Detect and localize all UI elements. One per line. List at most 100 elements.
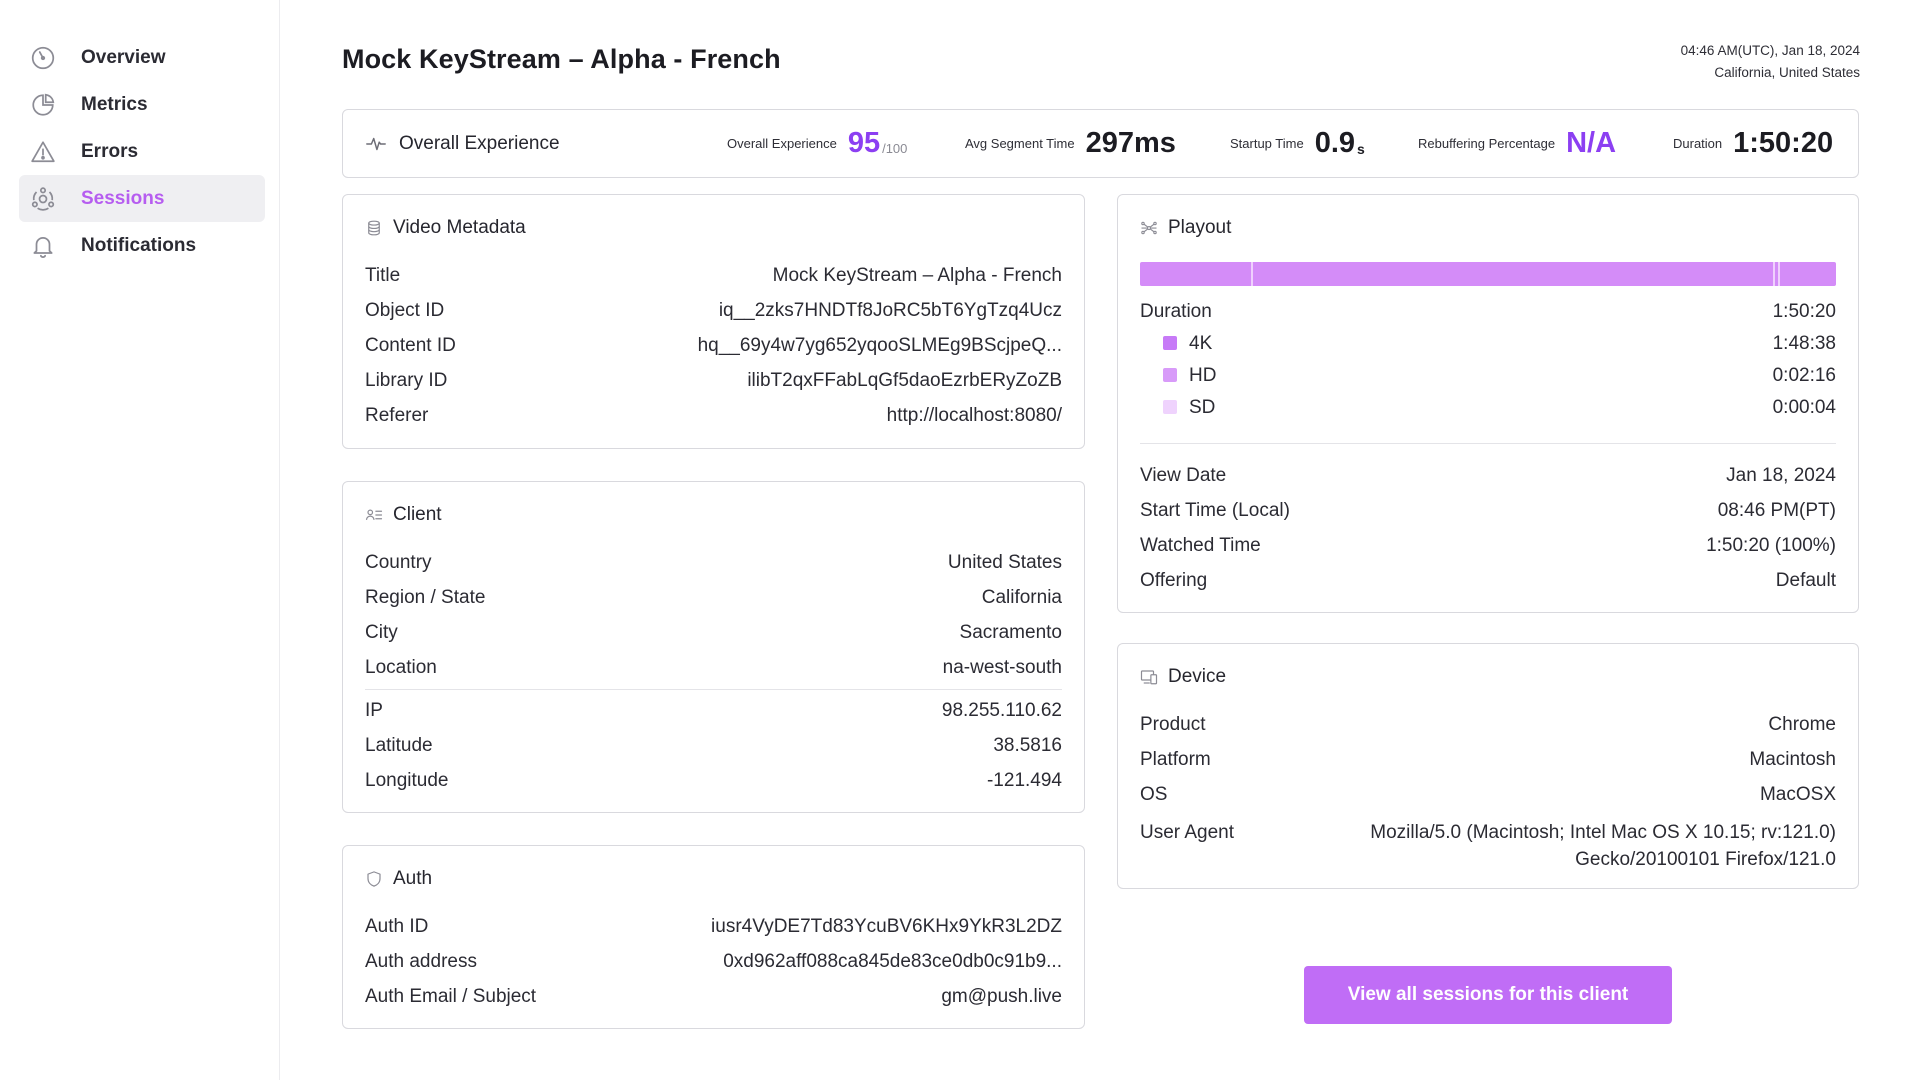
stat-label: Duration [1673, 136, 1723, 151]
sidebar-item-label: Errors [81, 140, 139, 162]
bell-icon [30, 233, 56, 259]
card-header: Device [1140, 666, 1226, 688]
card-header: Auth [365, 868, 432, 890]
quality-row-sd: SD 0:00:04 [1163, 397, 1836, 419]
auth-row-email: Auth Email / Subject gm@push.live [365, 986, 1062, 1008]
row-value: 1:50:20 (100%) [1706, 535, 1836, 556]
row-label: Region / State [365, 587, 486, 608]
stat-label: Avg Segment Time [965, 136, 1075, 151]
sessions-icon [30, 186, 56, 212]
row-value: Jan 18, 2024 [1726, 465, 1836, 486]
session-meta: 04:46 AM(UTC), Jan 18, 2024 California, … [1681, 40, 1860, 84]
row-label: IP [365, 700, 383, 721]
row-label: Platform [1140, 749, 1211, 770]
sidebar-item-sessions[interactable]: Sessions [19, 175, 265, 222]
row-label: Location [365, 657, 437, 678]
card-title: Playout [1168, 217, 1232, 238]
user-agent-line-2: Gecko/20100101 Firefox/121.0 [1575, 849, 1836, 870]
metadata-row-title: Title Mock KeyStream – Alpha - French [365, 265, 1062, 287]
row-value: -121.494 [986, 770, 1062, 791]
row-label: Product [1140, 714, 1206, 735]
database-icon [368, 220, 380, 236]
client-row-location: Location na-west-south [365, 657, 1062, 679]
stat-overall-experience: Overall Experience 95 /100 [727, 110, 907, 177]
pulse-icon [366, 137, 386, 150]
row-value: 38.5816 [993, 735, 1062, 756]
auth-row-id: Auth ID iusr4VyDE7Td83YcuBV6KHx9YkR3L2DZ [365, 916, 1062, 938]
row-value: Macintosh [1749, 749, 1836, 770]
sidebar-item-overview[interactable]: Overview [19, 34, 265, 81]
session-location: California, United States [1714, 65, 1860, 80]
metadata-row-referer: Referer http://localhost:8080/ [365, 405, 1062, 427]
row-label: Auth ID [365, 916, 429, 937]
warning-icon [30, 139, 56, 165]
page-title: Mock KeyStream – Alpha - French [342, 44, 781, 74]
playout-row-watched-time: Watched Time 1:50:20 (100%) [1140, 535, 1836, 557]
row-label: City [365, 622, 398, 643]
sidebar-item-metrics[interactable]: Metrics [19, 81, 265, 128]
auth-card: Auth Auth ID iusr4VyDE7Td83YcuBV6KHx9YkR3… [342, 845, 1085, 1029]
client-row-region: Region / State California [365, 587, 1062, 609]
stat-unit: /100 [882, 141, 908, 156]
device-row-user-agent: User Agent Mozilla/5.0 (Macintosh; Intel… [1140, 819, 1836, 873]
row-value: 0:00:04 [1772, 397, 1836, 418]
row-value: 08:46 PM(PT) [1717, 500, 1836, 521]
legend-swatch-4k [1163, 336, 1177, 350]
divider [1140, 443, 1836, 444]
playout-bar-marker [1773, 262, 1776, 286]
playout-card: Playout Duration 1:50:20 4K 1:48:38 HD 0:02… [1117, 194, 1859, 613]
row-value: ilibT2qxFFabLqGf5daoEzrbERyZoZB [747, 370, 1062, 391]
sidebar-nav: Overview Metrics Errors Sessions Notific… [0, 0, 279, 269]
row-value: Default [1775, 570, 1836, 591]
row-value: iq__2zks7HNDTf8JoRC5bT6YgTzq4Ucz [718, 300, 1062, 321]
playout-bar-marker [1250, 262, 1253, 286]
row-value: iusr4VyDE7Td83YcuBV6KHx9YkR3L2DZ [711, 916, 1062, 937]
overall-experience-heading: Overall Experience [365, 110, 560, 177]
playout-bar-marker [1778, 262, 1781, 286]
row-value: 0xd962aff088ca845de83ce0db0c91b9... [723, 951, 1062, 972]
row-label: User Agent [1140, 822, 1234, 843]
legend-swatch-sd [1163, 400, 1177, 414]
view-all-sessions-button[interactable]: View all sessions for this client [1304, 966, 1672, 1024]
row-label: SD [1189, 397, 1216, 418]
row-label: Offering [1140, 570, 1208, 591]
row-value: 98.255.110.62 [941, 700, 1062, 721]
row-value: Mozilla/5.0 (Macintosh; Intel Mac OS X 1… [1370, 819, 1836, 873]
row-label: Library ID [365, 370, 448, 391]
playout-timeline-bar[interactable] [1140, 262, 1836, 286]
row-value: United States [947, 552, 1062, 573]
row-value: na-west-south [942, 657, 1062, 678]
row-value: MacOSX [1759, 784, 1836, 805]
overall-experience-title: Overall Experience [399, 132, 560, 154]
metadata-row-object-id: Object ID iq__2zks7HNDTf8JoRC5bT6YgTzq4Uc… [365, 300, 1062, 322]
row-value: 1:48:38 [1772, 333, 1836, 354]
playout-network-icon [1141, 221, 1157, 235]
row-label: Start Time (Local) [1140, 500, 1290, 521]
row-value: hq__69y4w7yg652yqooSLMEg9BScjpeQ... [697, 335, 1062, 356]
stat-value: 297ms [1085, 127, 1176, 159]
client-row-city: City Sacramento [365, 622, 1062, 644]
sidebar-item-label: Sessions [81, 187, 165, 209]
stat-duration: Duration 1:50:20 [1673, 110, 1833, 177]
video-metadata-card: Video Metadata Title Mock KeyStream – Alp… [342, 194, 1085, 449]
contact-list-icon [365, 509, 383, 520]
sidebar-item-label: Notifications [81, 234, 197, 256]
sidebar-item-errors[interactable]: Errors [19, 128, 265, 175]
stat-label: Overall Experience [727, 136, 837, 151]
metadata-row-library-id: Library ID ilibT2qxFFabLqGf5daoEzrbERyZoZ… [365, 370, 1062, 392]
device-row-product: Product Chrome [1140, 714, 1836, 736]
auth-row-address: Auth address 0xd962aff088ca845de83ce0db0c… [365, 951, 1062, 973]
row-label: View Date [1140, 465, 1227, 486]
row-label: Duration [1140, 301, 1212, 322]
client-row-ip: IP 98.255.110.62 [365, 700, 1062, 722]
device-row-platform: Platform Macintosh [1140, 749, 1836, 771]
legend-swatch-hd [1163, 368, 1177, 382]
stat-label: Startup Time [1230, 136, 1304, 151]
stat-label: Rebuffering Percentage [1418, 136, 1556, 151]
row-label: Auth Email / Subject [365, 986, 537, 1007]
playout-row-duration: Duration 1:50:20 [1140, 301, 1836, 323]
quality-row-hd: HD 0:02:16 [1163, 365, 1836, 387]
sidebar-item-notifications[interactable]: Notifications [19, 222, 265, 269]
stat-value: 95 [847, 127, 881, 159]
device-row-os: OS MacOSX [1140, 784, 1836, 806]
